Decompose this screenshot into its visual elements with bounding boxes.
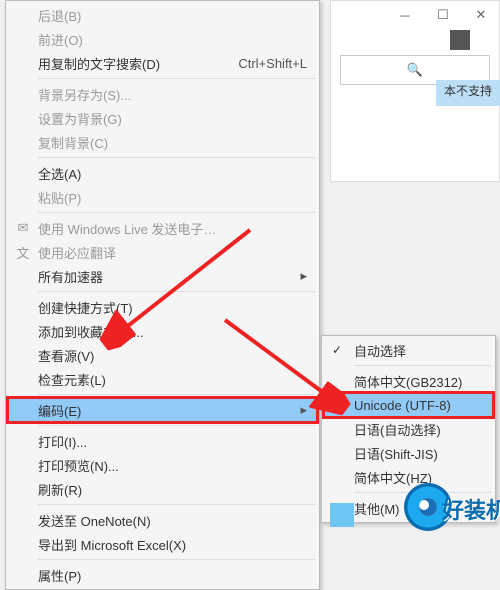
brand-text: 好装机 (442, 493, 500, 525)
taskbar-tile (330, 503, 354, 527)
menu-separator (38, 559, 315, 560)
menu-properties[interactable]: 属性(P) (8, 563, 317, 587)
annotation-arrow-1 (0, 0, 500, 539)
